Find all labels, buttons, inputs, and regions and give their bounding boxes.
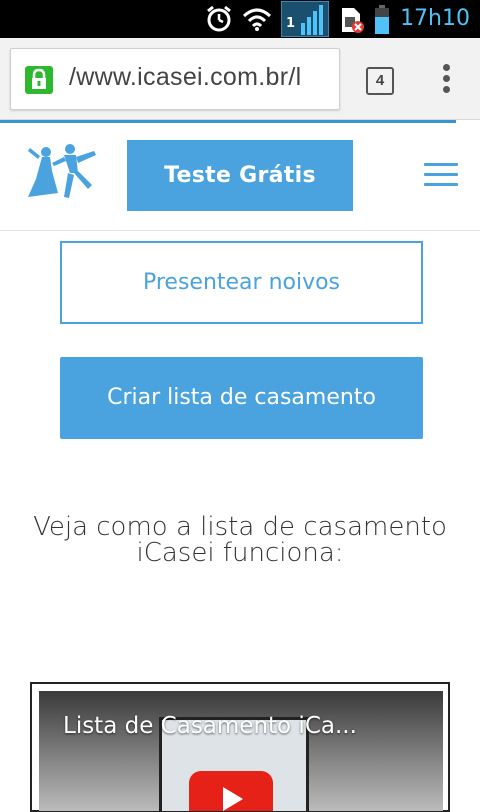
free-trial-button[interactable]: Teste Grátis bbox=[127, 140, 353, 211]
browser-toolbar: /www.icasei.com.br/l 4 bbox=[0, 38, 480, 120]
overflow-menu-icon[interactable] bbox=[438, 64, 454, 98]
youtube-play-icon[interactable] bbox=[189, 771, 273, 811]
status-bar: 1 17h10 bbox=[0, 0, 480, 38]
video-embed[interactable]: Lista de Casamento iCa... bbox=[30, 682, 450, 812]
gift-couple-button[interactable]: Presentear noivos bbox=[60, 241, 423, 324]
headline-line-2: iCasei funciona: bbox=[136, 538, 344, 568]
battery-icon bbox=[375, 5, 389, 34]
headline-line-1: Veja como a lista de casamento bbox=[33, 512, 447, 542]
create-wedding-list-button[interactable]: Criar lista de casamento bbox=[60, 357, 423, 439]
address-bar[interactable]: /www.icasei.com.br/l bbox=[10, 48, 340, 110]
lock-icon bbox=[25, 66, 53, 94]
video-player[interactable]: Lista de Casamento iCa... bbox=[39, 691, 443, 811]
tab-switcher-button[interactable]: 4 bbox=[366, 67, 394, 95]
signal-badge: 1 bbox=[286, 16, 296, 31]
video-title[interactable]: Lista de Casamento iCa... bbox=[63, 713, 357, 739]
couple-logo-icon[interactable] bbox=[24, 143, 102, 201]
sim-error-icon bbox=[342, 8, 364, 33]
site-header: Teste Grátis bbox=[0, 123, 480, 231]
wifi-icon bbox=[242, 8, 272, 31]
hamburger-menu-icon[interactable] bbox=[424, 163, 458, 189]
clock: 17h10 bbox=[400, 6, 470, 31]
url-text: /www.icasei.com.br/l bbox=[69, 63, 302, 91]
section-headline: Veja como a lista de casamento iCasei fu… bbox=[30, 514, 450, 566]
alarm-icon bbox=[207, 5, 231, 32]
